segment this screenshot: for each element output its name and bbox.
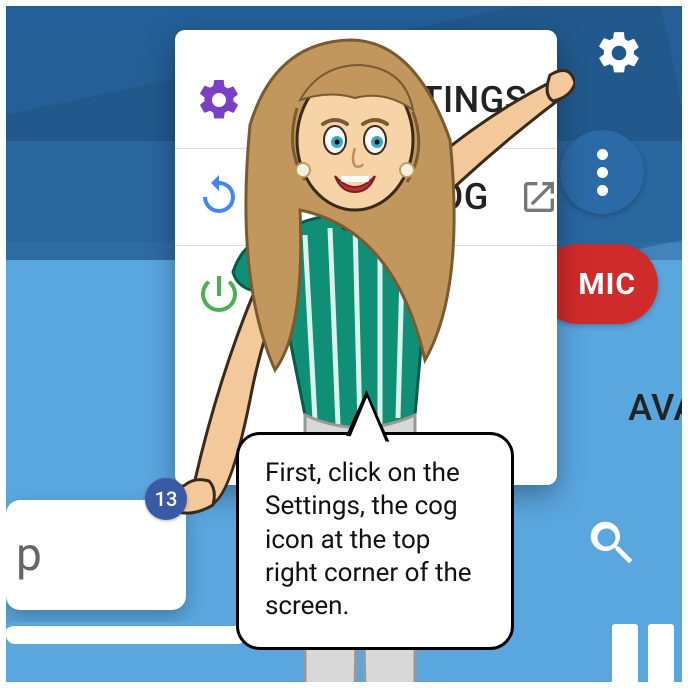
kebab-dot-icon bbox=[597, 167, 608, 178]
kebab-dot-icon bbox=[597, 185, 608, 196]
toolbar-fragment bbox=[6, 622, 246, 644]
mic-label: MIC bbox=[578, 267, 636, 302]
tutorial-speech-bubble: First, click on the Settings, the cog ic… bbox=[236, 432, 514, 650]
tutorial-step-text: First, click on the Settings, the cog ic… bbox=[265, 458, 472, 621]
more-menu-button[interactable] bbox=[560, 130, 644, 214]
kebab-dot-icon bbox=[597, 149, 608, 160]
menu-separator bbox=[175, 245, 557, 246]
gear-icon bbox=[594, 28, 644, 78]
refresh-icon bbox=[195, 173, 243, 221]
badge-count: 13 bbox=[155, 487, 178, 511]
menu-item-logout[interactable]: LOGOUT bbox=[175, 252, 557, 336]
power-icon bbox=[195, 270, 243, 318]
settings-button[interactable] bbox=[594, 28, 644, 78]
search-button[interactable] bbox=[584, 515, 638, 569]
menu-item-label: CHANGELOG bbox=[273, 176, 489, 218]
menu-item-changelog[interactable]: CHANGELOG bbox=[175, 155, 557, 239]
menu-item-label: LOGOUT bbox=[273, 273, 533, 315]
menu-item-label: SETTINGS bbox=[273, 79, 533, 121]
tutorial-screenshot: MIC AVATAR SETTINGS C bbox=[0, 0, 688, 688]
menu-separator bbox=[175, 148, 557, 149]
search-icon bbox=[584, 515, 638, 569]
notification-badge[interactable]: 13 bbox=[145, 478, 187, 520]
gear-icon bbox=[195, 76, 243, 124]
menu-item-settings[interactable]: SETTINGS bbox=[175, 58, 557, 142]
decorative-bars bbox=[612, 624, 682, 682]
external-link-icon bbox=[519, 177, 559, 217]
